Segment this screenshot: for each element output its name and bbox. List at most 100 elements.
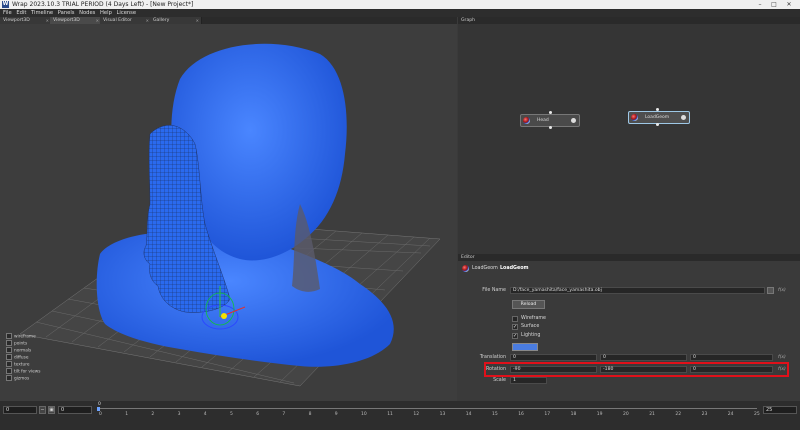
menu-panels[interactable]: Panels (58, 9, 75, 17)
timeline-max-field[interactable]: 25 (763, 406, 797, 414)
timeline-range-icon[interactable]: − (39, 406, 46, 414)
editor-panel: LoadGeom LoadGeom File Name D:/face_yama… (458, 261, 800, 401)
timeline-tick: 4 (203, 412, 207, 417)
visibility-icon[interactable] (571, 118, 576, 123)
surface-label: Surface (521, 324, 540, 329)
timeline-tick: 5 (230, 412, 233, 417)
node-loadgeom[interactable]: LoadGeom (628, 111, 690, 124)
timeline-tick: 10 (361, 412, 367, 417)
file-name-input[interactable]: D:/face_yamashita/face_yamashita.obj (510, 287, 765, 294)
timeline-tick: 16 (518, 412, 524, 417)
timeline-tick: 18 (570, 412, 577, 417)
timeline-tick: 2 (151, 412, 155, 417)
viewport-scene[interactable] (0, 24, 457, 401)
tab-close-icon[interactable]: ✕ (196, 17, 199, 24)
tab-close-icon[interactable]: ✕ (146, 17, 149, 24)
scale-label: Scale (493, 378, 506, 383)
timeline-tick: 0 (99, 412, 102, 417)
surface-checkbox[interactable]: ✓ (512, 324, 518, 330)
viewport-3d[interactable]: wireframe points normals diffuse texture… (0, 24, 457, 401)
graph-canvas[interactable]: Head LoadGeom (458, 24, 800, 254)
toggle-texture[interactable]: texture (6, 361, 30, 368)
menu-timeline[interactable]: Timeline (31, 9, 53, 17)
app-logo-icon: W (2, 1, 9, 8)
browse-folder-icon[interactable] (767, 287, 774, 294)
node-loadgeom-output-port[interactable] (656, 123, 659, 126)
window-title: Wrap 2023.10.3 TRIAL PERIOD (4 Days Left… (12, 1, 194, 8)
reload-button[interactable]: Reload (512, 300, 545, 309)
visibility-icon[interactable] (681, 115, 686, 120)
timeline-start-field[interactable]: 0 (3, 406, 37, 414)
timeline-tick: 21 (649, 412, 655, 417)
timeline-tick: 9 (334, 412, 338, 417)
tab-viewport3d-2[interactable]: Viewport3D ✕ (50, 17, 102, 24)
timeline-tick: 7 (282, 412, 286, 417)
minimize-icon[interactable]: – (754, 0, 766, 9)
timeline-tick: 6 (256, 412, 260, 417)
maximize-icon[interactable]: □ (768, 0, 780, 9)
node-type-icon (631, 114, 638, 121)
editor-node-type: LoadGeom (472, 266, 498, 271)
timeline-tick: 3 (177, 412, 181, 417)
menu-nodes[interactable]: Nodes (79, 9, 95, 17)
editor-panel-header: Editor (458, 254, 800, 261)
tab-close-icon[interactable]: ✕ (96, 17, 99, 24)
timeline-track[interactable] (97, 408, 757, 409)
tab-close-icon[interactable]: ✕ (46, 17, 49, 24)
lighting-label: Lighting (521, 333, 541, 338)
translation-fx[interactable]: f(x) (778, 355, 786, 360)
wireframe-checkbox[interactable] (512, 316, 518, 322)
menu-file[interactable]: File (3, 9, 12, 17)
node-head-output-port[interactable] (549, 126, 552, 129)
timeline-tick: 8 (308, 412, 312, 417)
close-icon[interactable]: ✕ (783, 0, 795, 9)
timeline-tick: 11 (387, 412, 393, 417)
toggle-tilt-for-views[interactable]: tilt for views (6, 368, 41, 375)
file-name-label: File Name (482, 288, 506, 293)
menu-help[interactable]: Help (100, 9, 112, 17)
node-type-icon (523, 117, 530, 124)
toggle-diffuse[interactable]: diffuse (6, 354, 29, 361)
timeline-tick: 24 (727, 412, 734, 417)
timeline-tick: 20 (623, 412, 629, 417)
toggle-points[interactable]: points (6, 340, 27, 347)
loadgeom-node-icon (462, 265, 469, 272)
menu-edit[interactable]: Edit (16, 9, 26, 17)
tab-visual-editor[interactable]: Visual Editor ✕ (100, 17, 152, 24)
tab-viewport3d-1[interactable]: Viewport3D ✕ (0, 17, 52, 24)
timeline-tick: 23 (701, 412, 708, 417)
graph-panel-header: Graph (458, 17, 800, 24)
timeline-playhead[interactable] (97, 407, 100, 411)
timeline-tick: 17 (544, 412, 551, 417)
translation-label: Translation (479, 355, 506, 360)
menu-bar: File Edit Timeline Panels Nodes Help Lic… (0, 9, 800, 17)
toggle-normals[interactable]: normals (6, 347, 31, 354)
rotation-highlight-box (484, 362, 789, 377)
timeline-lock-icon[interactable]: ▣ (48, 406, 55, 414)
editor-node-name: LoadGeom (500, 266, 529, 271)
timeline-current-field[interactable]: 0 (58, 406, 92, 414)
scale-input[interactable]: 1 (510, 377, 547, 384)
timeline-tick: 12 (413, 412, 420, 417)
timeline-tick: 25 (754, 412, 760, 417)
timeline-tick: 14 (465, 412, 472, 417)
timeline: 0 − ▣ 0 0 0 1 2 3 4 5 6 7 8 9 10 11 12 13 14 15 16 17 18 19… (0, 401, 800, 430)
timeline-tick: 1 (125, 412, 129, 417)
menu-license[interactable]: License (117, 9, 137, 17)
timeline-tick: 19 (596, 412, 603, 417)
translation-x-input[interactable]: 0 (510, 354, 597, 361)
tab-gallery[interactable]: Gallery ✕ (150, 17, 202, 24)
wireframe-label: Wireframe (521, 316, 547, 321)
timeline-tick: 22 (675, 412, 682, 417)
timeline-tick: 13 (439, 412, 446, 417)
lighting-checkbox[interactable]: ✓ (512, 333, 518, 339)
title-bar: W Wrap 2023.10.3 TRIAL PERIOD (4 Days Le… (0, 0, 800, 9)
translation-y-input[interactable]: 0 (600, 354, 687, 361)
toggle-gizmos[interactable]: gizmos (6, 375, 29, 382)
file-name-fx[interactable]: f(x) (778, 288, 786, 293)
color-swatch[interactable] (512, 343, 538, 351)
toggle-wireframe[interactable]: wireframe (6, 333, 36, 340)
timeline-tick: 15 (492, 412, 498, 417)
translation-z-input[interactable]: 0 (690, 354, 773, 361)
viewport-tab-bar: Viewport3D ✕ Viewport3D ✕ Visual Editor ✕ G… (0, 17, 457, 24)
